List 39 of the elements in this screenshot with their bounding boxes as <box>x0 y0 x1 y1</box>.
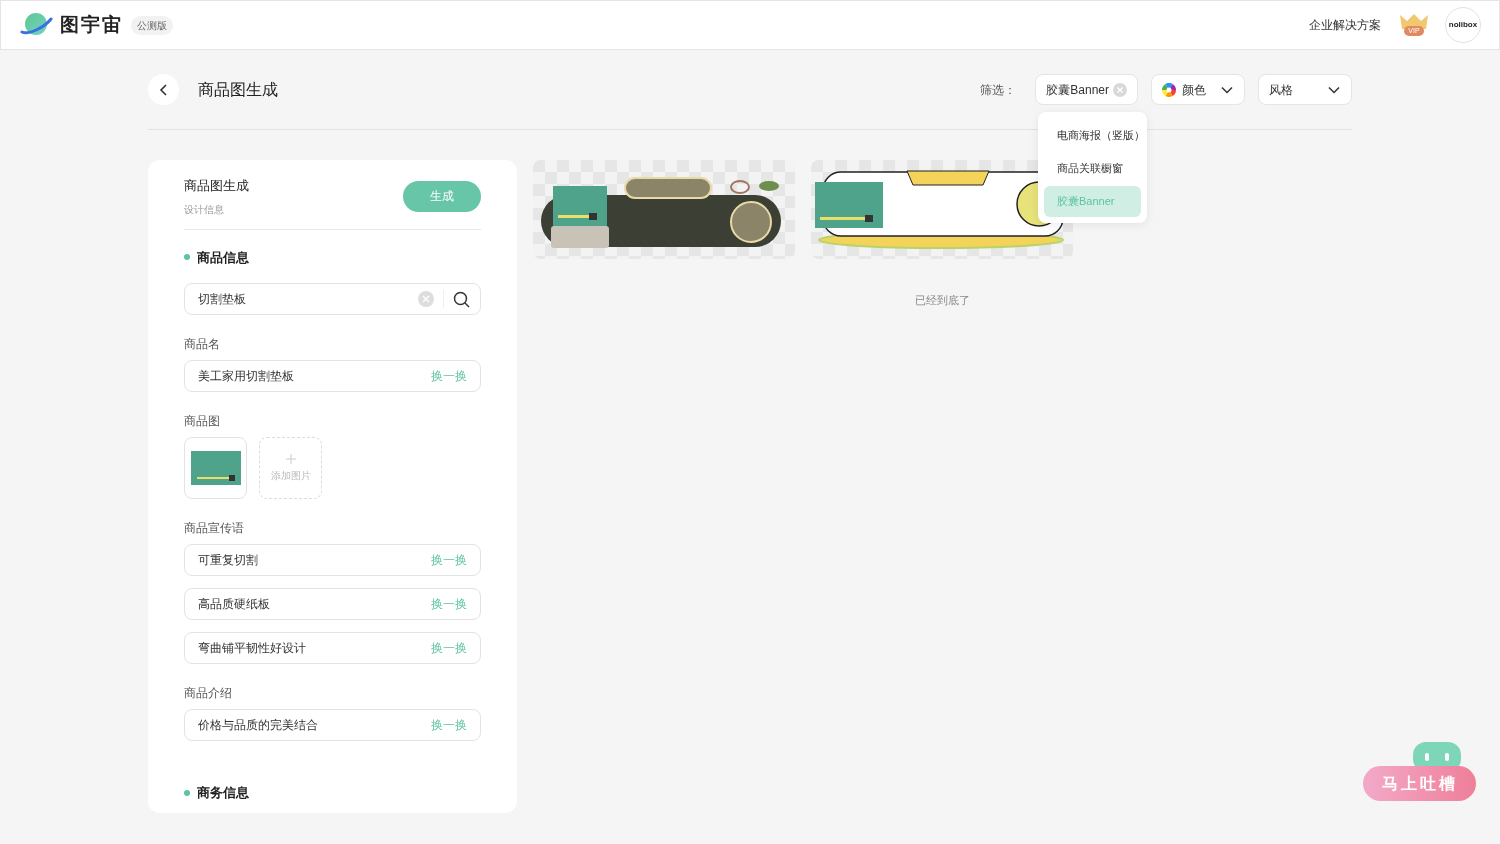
form-title: 商品图生成 <box>184 177 250 195</box>
style-dropdown[interactable]: 风格 <box>1258 74 1352 105</box>
text-field[interactable]: 美工家用切割垫板 换一换 <box>184 360 481 392</box>
section-heading: 商品信息 <box>197 248 249 267</box>
avatar[interactable]: nolibox <box>1445 7 1481 43</box>
product-thumbnail[interactable] <box>184 437 247 499</box>
field-value: 高品质硬纸板 <box>198 596 271 613</box>
field-label: 商品名 <box>184 336 221 353</box>
field-value: 弯曲铺平韧性好设计 <box>198 640 307 657</box>
back-button[interactable] <box>148 74 179 105</box>
text-field[interactable]: 弯曲铺平韧性好设计 换一换 <box>184 632 481 664</box>
menu-item[interactable]: 电商海报（竖版） <box>1044 120 1141 151</box>
field-label: 商品图 <box>184 413 221 430</box>
text-field[interactable]: 价格与品质的完美结合 换一换 <box>184 709 481 741</box>
chevron-left-icon <box>158 83 169 96</box>
field-value: 美工家用切割垫板 <box>198 368 295 385</box>
text-field[interactable]: 高品质硬纸板 换一换 <box>184 588 481 620</box>
logo-text: 图宇宙 <box>60 12 123 37</box>
field-value: 可重复切割 <box>198 552 259 569</box>
filter-label: 筛选： <box>980 81 1017 99</box>
menu-item[interactable]: 商品关联橱窗 <box>1044 153 1141 184</box>
filter-chip[interactable]: 胶囊Banner <box>1035 74 1138 105</box>
color-dropdown[interactable]: 颜色 <box>1151 74 1245 105</box>
field-value: 价格与品质的完美结合 <box>198 717 319 734</box>
color-wheel-icon <box>1162 82 1176 97</box>
plus-icon <box>285 453 296 464</box>
nav-link[interactable]: 企业解决方案 <box>1309 16 1381 34</box>
search-value: 切割垫板 <box>198 291 247 308</box>
section-heading: 商务信息 <box>197 784 249 802</box>
planet-logo-icon <box>19 12 53 38</box>
search-field[interactable]: 切割垫板 <box>184 283 481 315</box>
search-icon[interactable] <box>453 290 470 308</box>
text-field[interactable]: 可重复切割 换一换 <box>184 544 481 576</box>
field-label: 商品宣传语 <box>184 520 245 537</box>
field-label: 商品介绍 <box>184 685 233 702</box>
form-subtitle: 设计信息 <box>184 202 225 217</box>
end-of-list-text: 已经到底了 <box>914 293 971 308</box>
page-title: 商品图生成 <box>198 79 278 100</box>
beta-badge: 公测版 <box>131 15 173 35</box>
